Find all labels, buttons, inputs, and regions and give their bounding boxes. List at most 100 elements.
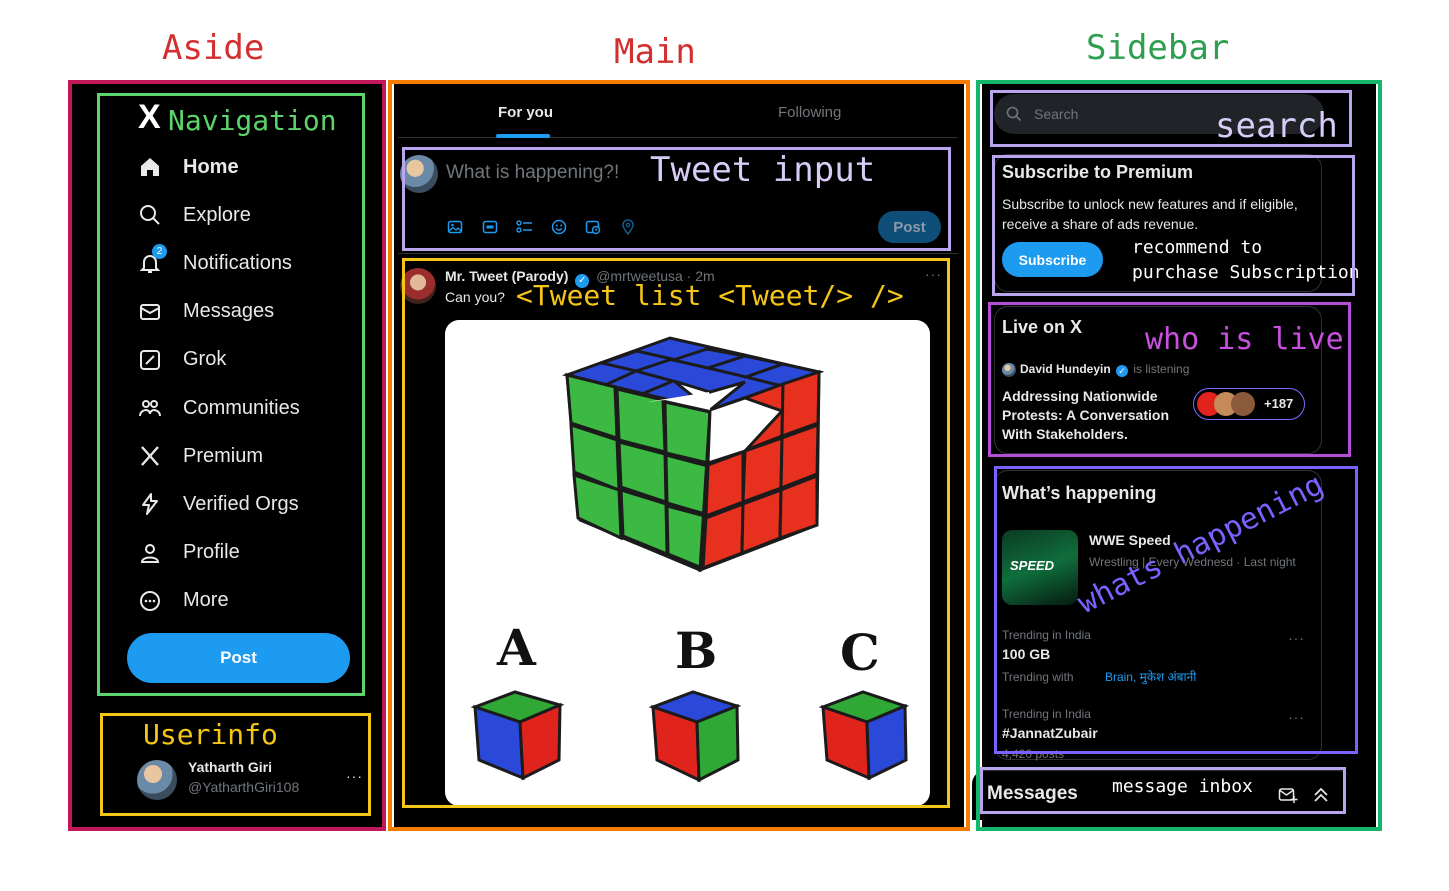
option-c-label: C bbox=[840, 623, 880, 682]
tweet-input[interactable]: What is happening?! bbox=[446, 162, 619, 184]
whats-happening-title: What’s happening bbox=[1002, 483, 1157, 503]
nav-item-label: More bbox=[183, 589, 229, 612]
option-b-label: B bbox=[675, 621, 717, 680]
new-message-icon[interactable] bbox=[1278, 786, 1298, 804]
composer-divider bbox=[398, 253, 958, 254]
annotation-search: search bbox=[1215, 106, 1338, 146]
person-icon bbox=[137, 540, 163, 566]
compose-post-button[interactable]: Post bbox=[878, 211, 941, 243]
nav-item-label: Verified Orgs bbox=[183, 492, 299, 515]
annotation-navigation: Navigation bbox=[168, 104, 337, 137]
nav-item-explore[interactable]: Explore bbox=[137, 200, 251, 230]
featured-thumbnail[interactable]: SPEED bbox=[1002, 530, 1078, 605]
post-button[interactable]: Post bbox=[127, 633, 350, 683]
tab-following[interactable]: Following bbox=[778, 104, 841, 121]
option-a-cube bbox=[470, 690, 565, 781]
nav-item-communities[interactable]: Communities bbox=[137, 393, 300, 423]
live-host[interactable]: David Hundeyin ✓ is listening bbox=[1020, 362, 1189, 377]
host-avatar bbox=[1002, 363, 1016, 377]
big-cube bbox=[561, 336, 825, 573]
nav-item-label: Premium bbox=[183, 444, 264, 467]
sidebar-heading: Sidebar bbox=[1086, 28, 1230, 68]
grok-icon bbox=[137, 347, 163, 373]
main-heading: Main bbox=[614, 32, 696, 72]
envelope-icon bbox=[137, 299, 163, 325]
nav-item-label: Explore bbox=[183, 203, 251, 226]
schedule-icon[interactable] bbox=[584, 218, 602, 236]
lightning-icon bbox=[137, 491, 163, 517]
listener-avatar-3 bbox=[1231, 392, 1255, 416]
option-b-cube bbox=[648, 690, 742, 783]
aside-heading: Aside bbox=[162, 28, 265, 68]
live-host-name: David Hundeyin bbox=[1020, 362, 1111, 376]
nav-item-label: Home bbox=[183, 155, 239, 178]
nav-item-home[interactable]: Home bbox=[137, 152, 239, 182]
nav-item-messages[interactable]: Messages bbox=[137, 297, 274, 327]
trend-2-title[interactable]: #JannatZubair bbox=[1002, 725, 1098, 741]
trend-1-title[interactable]: 100 GB bbox=[1002, 646, 1050, 662]
image-icon[interactable] bbox=[446, 218, 464, 236]
search-icon bbox=[137, 202, 163, 228]
nav-item-verified-orgs[interactable]: Verified Orgs bbox=[137, 489, 299, 519]
live-topic[interactable]: Addressing Nationwide Protests: A Conver… bbox=[1002, 387, 1187, 444]
location-icon[interactable] bbox=[619, 218, 637, 236]
user-name: Yatharth Giri bbox=[188, 759, 273, 775]
tweet-avatar[interactable] bbox=[400, 268, 436, 304]
option-a-label: A bbox=[496, 618, 537, 677]
x-logo-icon bbox=[137, 443, 163, 469]
annotation-userinfo: Userinfo bbox=[143, 718, 278, 751]
listener-count: +187 bbox=[1264, 396, 1294, 411]
trend-1-extra: Trending with Brain, मुकेश अंबानी bbox=[1002, 668, 1196, 685]
search-icon bbox=[1006, 106, 1022, 122]
nav-item-label: Grok bbox=[183, 348, 227, 371]
bell-icon: 2 bbox=[137, 244, 167, 276]
live-host-status: is listening bbox=[1133, 362, 1190, 376]
x-logo[interactable]: X bbox=[138, 98, 161, 137]
user-avatar[interactable] bbox=[137, 760, 177, 800]
nav-item-label: Notifications bbox=[183, 251, 292, 274]
listeners-pill[interactable]: +187 bbox=[1193, 388, 1305, 420]
emoji-icon[interactable] bbox=[550, 218, 568, 236]
premium-title: Subscribe to Premium bbox=[1002, 162, 1194, 182]
trend-1-extra-links[interactable]: Brain, मुकेश अंबानी bbox=[1105, 670, 1196, 684]
tweet-text: Can you? bbox=[445, 289, 505, 305]
nav-item-profile[interactable]: Profile bbox=[137, 538, 240, 568]
annotation-who-is-live: who is live bbox=[1145, 322, 1344, 357]
subscribe-button[interactable]: Subscribe bbox=[1002, 242, 1103, 277]
nav-item-label: Profile bbox=[183, 541, 240, 564]
timeline-tabs: For you Following bbox=[398, 90, 958, 138]
annotation-recommend: recommend to purchase Subscription bbox=[1132, 237, 1360, 283]
messages-title: Messages bbox=[987, 783, 1078, 804]
notification-badge: 2 bbox=[152, 244, 167, 260]
annotation-tweet-input: Tweet input bbox=[650, 150, 876, 190]
trend-1-meta: Trending in India bbox=[1002, 628, 1091, 642]
trend-1-more-icon[interactable]: ··· bbox=[1288, 630, 1305, 646]
user-handle: @YatharthGiri108 bbox=[188, 779, 300, 795]
tab-for-you[interactable]: For you bbox=[498, 104, 553, 121]
user-more-icon[interactable]: ··· bbox=[346, 768, 363, 784]
nav-item-label: Messages bbox=[183, 300, 275, 323]
featured-thumb-text: SPEED bbox=[1010, 558, 1055, 573]
nav-item-notifications[interactable]: 2 Notifications bbox=[137, 244, 292, 278]
nav-item-grok[interactable]: Grok bbox=[137, 345, 226, 375]
option-c-cube bbox=[818, 690, 910, 781]
trend-2-more-icon[interactable]: ··· bbox=[1288, 709, 1305, 725]
communities-icon bbox=[137, 395, 163, 421]
live-title: Live on X bbox=[1002, 317, 1083, 337]
annotation-message-inbox: message inbox bbox=[1112, 776, 1253, 797]
nav-item-more[interactable]: More bbox=[137, 586, 229, 616]
gif-icon[interactable] bbox=[481, 218, 499, 236]
poll-icon[interactable] bbox=[516, 218, 534, 236]
nav-item-label: Communities bbox=[183, 396, 300, 419]
trend-2-extra: 4,420 posts bbox=[1002, 747, 1065, 761]
expand-chevron-icon[interactable] bbox=[1312, 786, 1330, 804]
composer-avatar bbox=[400, 155, 438, 193]
nav-item-premium[interactable]: Premium bbox=[137, 441, 263, 471]
home-icon bbox=[137, 154, 163, 180]
tweet-image[interactable]: A B C bbox=[445, 320, 930, 806]
annotation-tweet-list: <Tweet list <Tweet/> /> bbox=[516, 279, 904, 312]
tweet-more-icon[interactable]: ··· bbox=[925, 266, 942, 282]
trend-2-meta: Trending in India bbox=[1002, 707, 1091, 721]
search-input[interactable]: Search bbox=[1034, 106, 1078, 122]
premium-body: Subscribe to unlock new features and if … bbox=[1002, 196, 1298, 232]
